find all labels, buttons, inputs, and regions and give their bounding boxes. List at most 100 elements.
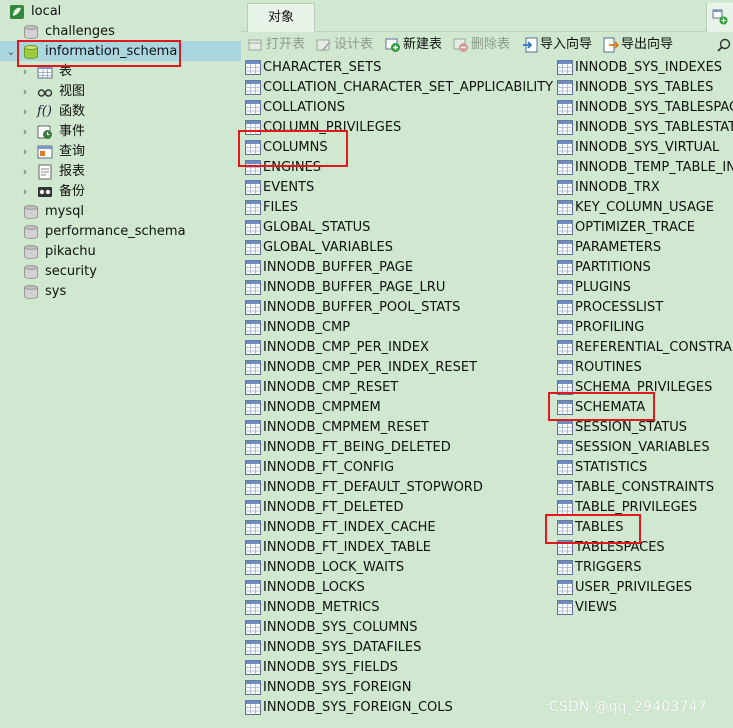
table-object-item[interactable]: STATISTICS bbox=[557, 458, 733, 478]
tree-item-database-security[interactable]: security bbox=[0, 262, 241, 282]
table-object-item[interactable]: PROFILING bbox=[557, 318, 733, 338]
table-object-item[interactable]: INNODB_METRICS bbox=[245, 598, 553, 618]
tree-item-database-performance-schema[interactable]: performance_schema bbox=[0, 222, 241, 242]
new-tab-button[interactable] bbox=[706, 3, 733, 32]
table-object-item[interactable]: EVENTS bbox=[245, 178, 553, 198]
chevron-down-icon[interactable]: ⌄ bbox=[5, 42, 17, 62]
table-object-item[interactable]: ENGINES bbox=[245, 158, 553, 178]
table-object-item[interactable]: INNODB_SYS_VIRTUAL bbox=[557, 138, 733, 158]
table-object-item[interactable]: GLOBAL_STATUS bbox=[245, 218, 553, 238]
table-object-item[interactable]: INNODB_SYS_COLUMNS bbox=[245, 618, 553, 638]
table-object-item[interactable]: FILES bbox=[245, 198, 553, 218]
table-icon bbox=[245, 580, 261, 595]
table-object-item[interactable]: PLUGINS bbox=[557, 278, 733, 298]
table-object-item[interactable]: INNODB_FT_INDEX_TABLE bbox=[245, 538, 553, 558]
export-wizard-button[interactable]: 导出向导 bbox=[603, 36, 681, 54]
table-object-item[interactable]: REFERENTIAL_CONSTRAINTS bbox=[557, 338, 733, 358]
table-object-item[interactable]: COLLATIONS bbox=[245, 98, 553, 118]
tree-item-database-sys[interactable]: sys bbox=[0, 282, 241, 302]
table-object-item[interactable]: COLLATION_CHARACTER_SET_APPLICABILITY bbox=[245, 78, 553, 98]
table-object-item[interactable]: SCHEMATA bbox=[557, 398, 733, 418]
chevron-right-icon[interactable]: › bbox=[19, 162, 31, 182]
open-table-button[interactable]: 打开表 bbox=[248, 36, 314, 54]
table-object-item[interactable]: PARAMETERS bbox=[557, 238, 733, 258]
table-object-item[interactable]: OPTIMIZER_TRACE bbox=[557, 218, 733, 238]
tree-item-database-challenges[interactable]: challenges bbox=[0, 22, 241, 42]
table-icon bbox=[557, 180, 573, 195]
table-object-item[interactable]: INNODB_CMP bbox=[245, 318, 553, 338]
delete-table-button[interactable]: 删除表 bbox=[453, 36, 519, 54]
table-object-item[interactable]: INNODB_CMP_PER_INDEX bbox=[245, 338, 553, 358]
table-object-item[interactable]: INNODB_SYS_FOREIGN_COLS bbox=[245, 698, 553, 718]
table-object-item[interactable]: INNODB_FT_BEING_DELETED bbox=[245, 438, 553, 458]
table-object-item[interactable]: INNODB_SYS_FIELDS bbox=[245, 658, 553, 678]
table-object-item[interactable]: INNODB_BUFFER_PAGE bbox=[245, 258, 553, 278]
table-object-item[interactable]: INNODB_SYS_TABLESPACES bbox=[557, 98, 733, 118]
tree-item-events[interactable]: › 事件 bbox=[0, 122, 241, 142]
table-object-item[interactable]: INNODB_FT_INDEX_CACHE bbox=[245, 518, 553, 538]
table-object-item[interactable]: SCHEMA_PRIVILEGES bbox=[557, 378, 733, 398]
table-object-item[interactable]: INNODB_BUFFER_PAGE_LRU bbox=[245, 278, 553, 298]
table-object-item[interactable]: CHARACTER_SETS bbox=[245, 58, 553, 78]
table-object-item[interactable]: KEY_COLUMN_USAGE bbox=[557, 198, 733, 218]
table-object-item[interactable]: SESSION_VARIABLES bbox=[557, 438, 733, 458]
table-object-item[interactable]: TABLES bbox=[557, 518, 733, 538]
table-object-item[interactable]: INNODB_LOCK_WAITS bbox=[245, 558, 553, 578]
tree-item-database-information-schema[interactable]: ⌄ information_schema bbox=[0, 42, 241, 62]
table-object-item[interactable]: INNODB_FT_CONFIG bbox=[245, 458, 553, 478]
table-object-item[interactable]: INNODB_SYS_INDEXES bbox=[557, 58, 733, 78]
table-object-name: GLOBAL_VARIABLES bbox=[263, 240, 393, 255]
tree-item-tables[interactable]: › 表 bbox=[0, 62, 241, 82]
table-object-item[interactable]: INNODB_CMP_PER_INDEX_RESET bbox=[245, 358, 553, 378]
table-object-item[interactable]: INNODB_CMPMEM bbox=[245, 398, 553, 418]
table-object-item[interactable]: SESSION_STATUS bbox=[557, 418, 733, 438]
table-object-item[interactable]: INNODB_CMP_RESET bbox=[245, 378, 553, 398]
table-object-item[interactable]: PROCESSLIST bbox=[557, 298, 733, 318]
table-object-item[interactable]: TABLESPACES bbox=[557, 538, 733, 558]
table-object-name: SCHEMA_PRIVILEGES bbox=[575, 380, 713, 395]
tree-item-functions[interactable]: › f() 函数 bbox=[0, 102, 241, 122]
import-wizard-button[interactable]: 导入向导 bbox=[522, 36, 600, 54]
chevron-right-icon[interactable]: › bbox=[19, 102, 31, 122]
tree-item-queries[interactable]: › 查询 bbox=[0, 142, 241, 162]
table-object-item[interactable]: GLOBAL_VARIABLES bbox=[245, 238, 553, 258]
tree-item-connection-local[interactable]: local bbox=[0, 2, 241, 22]
table-object-item[interactable]: INNODB_SYS_TABLES bbox=[557, 78, 733, 98]
table-object-item[interactable]: INNODB_LOCKS bbox=[245, 578, 553, 598]
table-object-item[interactable]: INNODB_SYS_DATAFILES bbox=[245, 638, 553, 658]
tree-item-database-mysql[interactable]: mysql bbox=[0, 202, 241, 222]
design-table-button[interactable]: 设计表 bbox=[316, 36, 382, 54]
table-object-item[interactable]: VIEWS bbox=[557, 598, 733, 618]
table-object-item[interactable]: INNODB_CMPMEM_RESET bbox=[245, 418, 553, 438]
tree-item-views[interactable]: › 视图 bbox=[0, 82, 241, 102]
table-object-item[interactable]: COLUMN_PRIVILEGES bbox=[245, 118, 553, 138]
table-object-item[interactable]: INNODB_SYS_FOREIGN bbox=[245, 678, 553, 698]
table-object-item[interactable]: INNODB_BUFFER_POOL_STATS bbox=[245, 298, 553, 318]
tree-item-database-pikachu[interactable]: pikachu bbox=[0, 242, 241, 262]
table-object-item[interactable]: TRIGGERS bbox=[557, 558, 733, 578]
table-object-item[interactable]: INNODB_FT_DELETED bbox=[245, 498, 553, 518]
table-object-item[interactable]: ROUTINES bbox=[557, 358, 733, 378]
chevron-right-icon[interactable]: › bbox=[19, 82, 31, 102]
chevron-right-icon[interactable]: › bbox=[19, 122, 31, 142]
table-object-item[interactable]: TABLE_CONSTRAINTS bbox=[557, 478, 733, 498]
search-button[interactable] bbox=[716, 36, 732, 54]
new-table-button[interactable]: 新建表 bbox=[385, 36, 451, 54]
tree-item-backups[interactable]: › 备份 bbox=[0, 182, 241, 202]
tree-item-reports[interactable]: › 报表 bbox=[0, 162, 241, 182]
table-icon bbox=[557, 340, 573, 355]
chevron-right-icon[interactable]: › bbox=[19, 182, 31, 202]
chevron-right-icon[interactable]: › bbox=[19, 142, 31, 162]
chevron-right-icon[interactable]: › bbox=[19, 62, 31, 82]
table-object-item[interactable]: COLUMNS bbox=[245, 138, 553, 158]
table-object-item[interactable]: INNODB_SYS_TABLESTATS bbox=[557, 118, 733, 138]
table-object-item[interactable]: PARTITIONS bbox=[557, 258, 733, 278]
tab-objects[interactable]: 对象 bbox=[247, 3, 315, 32]
table-object-item[interactable]: INNODB_FT_DEFAULT_STOPWORD bbox=[245, 478, 553, 498]
table-object-name: INNODB_SYS_COLUMNS bbox=[263, 620, 418, 635]
table-icon bbox=[245, 120, 261, 135]
table-object-item[interactable]: TABLE_PRIVILEGES bbox=[557, 498, 733, 518]
table-object-item[interactable]: INNODB_TRX bbox=[557, 178, 733, 198]
table-object-item[interactable]: USER_PRIVILEGES bbox=[557, 578, 733, 598]
table-object-item[interactable]: INNODB_TEMP_TABLE_INFO bbox=[557, 158, 733, 178]
